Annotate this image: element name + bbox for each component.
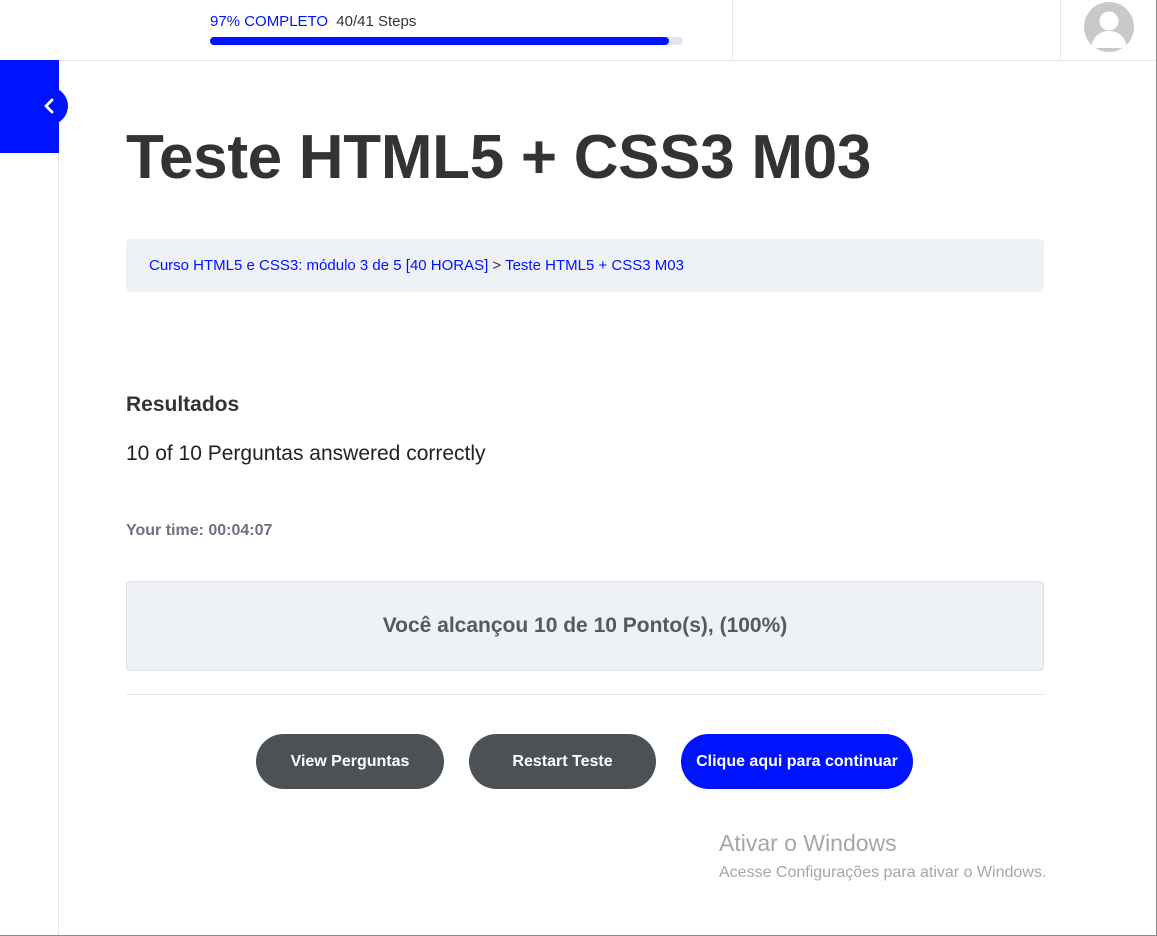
- breadcrumb-separator: >: [492, 257, 502, 274]
- header-divider: [732, 0, 733, 60]
- windows-activation-title: Ativar o Windows: [719, 830, 897, 856]
- sidebar-divider: [58, 60, 59, 936]
- header-divider: [1060, 0, 1061, 60]
- user-avatar-icon[interactable]: [1084, 2, 1134, 52]
- top-header: 97% COMPLETO 40/41 Steps: [0, 0, 1157, 61]
- results-score-text: 10 of 10 Perguntas answered correctly: [126, 442, 486, 465]
- progress-bar-fill: [210, 37, 669, 45]
- progress-steps: 40/41 Steps: [336, 13, 417, 30]
- progress-percent: 97% COMPLETO: [210, 13, 329, 30]
- view-questions-button[interactable]: View Perguntas: [256, 734, 444, 789]
- breadcrumb: Curso HTML5 e CSS3: módulo 3 de 5 [40 HO…: [126, 239, 1044, 292]
- sidebar-toggle-knob[interactable]: [30, 87, 68, 125]
- results-divider: [126, 694, 1044, 695]
- points-summary: Você alcançou 10 de 10 Ponto(s), (100%): [126, 581, 1044, 671]
- results-time-text: Your time: 00:04:07: [126, 522, 273, 539]
- results-heading: Resultados: [126, 393, 240, 416]
- breadcrumb-link-quiz[interactable]: Teste HTML5 + CSS3 M03: [505, 257, 684, 274]
- sidebar-toggle-button[interactable]: [0, 60, 68, 153]
- progress-label: 97% COMPLETO 40/41 Steps: [210, 13, 416, 30]
- progress-bar: [210, 37, 683, 45]
- page-title: Teste HTML5 + CSS3 M03: [126, 123, 872, 192]
- chevron-left-icon: [44, 98, 54, 114]
- course-progress: 97% COMPLETO 40/41 Steps: [210, 13, 683, 45]
- breadcrumb-link-course[interactable]: Curso HTML5 e CSS3: módulo 3 de 5 [40 HO…: [149, 257, 488, 274]
- windows-activation-subtitle: Acesse Configurações para ativar o Windo…: [719, 864, 1047, 881]
- restart-quiz-button[interactable]: Restart Teste: [469, 734, 656, 789]
- continue-button[interactable]: Clique aqui para continuar: [681, 734, 913, 789]
